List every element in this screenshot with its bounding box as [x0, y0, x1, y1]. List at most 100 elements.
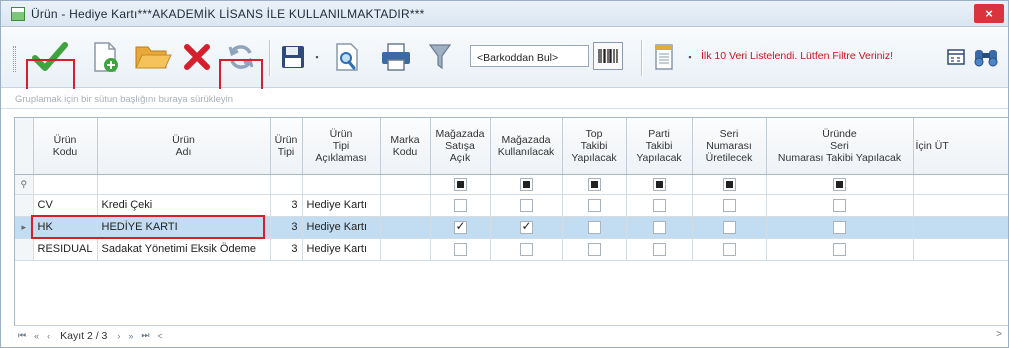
- row-checkbox[interactable]: [453, 198, 467, 212]
- filter-row[interactable]: ⚲: [15, 174, 1008, 195]
- close-button[interactable]: ×: [974, 4, 1004, 23]
- filter-cell[interactable]: [33, 174, 98, 195]
- row-checkbox[interactable]: [519, 219, 533, 234]
- filter-cell[interactable]: [97, 174, 271, 195]
- row-checkbox[interactable]: [519, 198, 533, 212]
- filter-checkbox-cell[interactable]: [562, 174, 627, 195]
- cell-brand-code[interactable]: [380, 194, 431, 217]
- cell-checkbox[interactable]: [430, 238, 491, 261]
- report-dropdown[interactable]: ▪: [685, 34, 695, 80]
- column-header-name[interactable]: Ürün Adı: [97, 118, 271, 175]
- row-checkbox[interactable]: [833, 198, 846, 212]
- next-record-button[interactable]: ›: [117, 331, 120, 341]
- table-row[interactable]: RESIDUAL Sadakat Yönetimi Eksik Ödeme 3 Hed…: [15, 238, 1008, 261]
- cell-checkbox[interactable]: [490, 216, 563, 239]
- calculator-button[interactable]: [945, 34, 967, 80]
- cell-brand-code[interactable]: [380, 216, 431, 239]
- delete-button[interactable]: [179, 34, 215, 80]
- search-button[interactable]: [971, 34, 1001, 80]
- column-header-store-use[interactable]: Mağazada Kullanılacak: [490, 118, 563, 175]
- column-header-for[interactable]: İçin ÜT: [913, 118, 1008, 175]
- filter-cell[interactable]: [913, 174, 1008, 195]
- filter-checkbox[interactable]: [833, 177, 846, 191]
- column-header-store-sale[interactable]: Mağazada Satışa Açık: [430, 118, 491, 175]
- cell-checkbox[interactable]: [490, 194, 563, 217]
- cell-checkbox[interactable]: [766, 216, 914, 239]
- cell-product-type[interactable]: 3: [270, 194, 303, 217]
- cell-checkbox[interactable]: [692, 194, 767, 217]
- cell-product-name[interactable]: Kredi Çeki: [97, 194, 271, 217]
- row-checkbox[interactable]: [722, 198, 736, 212]
- prev-record-button[interactable]: ‹: [47, 331, 50, 341]
- cell-type-description[interactable]: Hediye Kartı: [302, 194, 381, 217]
- scroll-right-button[interactable]: >: [996, 329, 1002, 340]
- row-checkbox[interactable]: [587, 198, 601, 212]
- cell-checkbox[interactable]: [626, 194, 693, 217]
- row-checkbox[interactable]: [652, 242, 666, 256]
- open-button[interactable]: [131, 34, 175, 80]
- row-checkbox[interactable]: [652, 220, 666, 234]
- print-button[interactable]: [377, 34, 415, 80]
- column-header-batch[interactable]: Parti Takibi Yapılacak: [626, 118, 693, 175]
- filter-button[interactable]: [425, 34, 455, 80]
- cell-brand-code[interactable]: [380, 238, 431, 261]
- cell-checkbox[interactable]: [490, 238, 563, 261]
- filter-checkbox[interactable]: [453, 177, 467, 191]
- row-checkbox[interactable]: [652, 198, 666, 212]
- cell-product-type[interactable]: 3: [270, 216, 303, 239]
- column-header-type-desc[interactable]: Ürün Tipi Açıklaması: [302, 118, 381, 175]
- first-record-button[interactable]: ⏮: [18, 330, 26, 341]
- next-page-button[interactable]: »: [128, 331, 133, 341]
- row-checkbox[interactable]: [722, 242, 736, 256]
- cell-checkbox[interactable]: [766, 194, 914, 217]
- row-checkbox[interactable]: [453, 242, 467, 256]
- cell-extra[interactable]: [913, 216, 1008, 239]
- toolbar-grip[interactable]: [13, 46, 16, 72]
- row-checkbox[interactable]: [453, 219, 467, 234]
- column-header-type[interactable]: Ürün Tipi: [270, 118, 303, 175]
- row-checkbox[interactable]: [519, 242, 533, 256]
- cell-checkbox[interactable]: [562, 238, 627, 261]
- cell-product-type[interactable]: 3: [270, 238, 303, 261]
- filter-checkbox[interactable]: [587, 177, 601, 191]
- column-header-lot[interactable]: Top Takibi Yapılacak: [562, 118, 627, 175]
- table-row[interactable]: CV Kredi Çeki 3 Hediye Kartı: [15, 194, 1008, 217]
- barcode-button[interactable]: [593, 42, 623, 70]
- column-header-serial[interactable]: Seri Numarası Üretilecek: [692, 118, 767, 175]
- cell-checkbox[interactable]: [430, 216, 491, 239]
- filter-checkbox[interactable]: [652, 177, 666, 191]
- filter-checkbox-cell[interactable]: [692, 174, 767, 195]
- cell-product-code[interactable]: CV: [33, 194, 98, 217]
- filter-checkbox-cell[interactable]: [490, 174, 563, 195]
- cell-checkbox[interactable]: [692, 238, 767, 261]
- scroll-left-button[interactable]: <: [158, 331, 163, 341]
- filter-checkbox[interactable]: [519, 177, 533, 191]
- filter-cell[interactable]: [270, 174, 303, 195]
- cell-checkbox[interactable]: [626, 238, 693, 261]
- cell-checkbox[interactable]: [766, 238, 914, 261]
- cell-product-name[interactable]: Sadakat Yönetimi Eksik Ödeme: [97, 238, 271, 261]
- filter-cell[interactable]: [302, 174, 381, 195]
- cell-checkbox[interactable]: [430, 194, 491, 217]
- filter-cell[interactable]: [380, 174, 431, 195]
- column-header-serial-track[interactable]: Üründe Seri Numarası Takibi Yapılacak: [766, 118, 914, 175]
- save-dropdown[interactable]: ▪: [311, 34, 323, 80]
- cell-checkbox[interactable]: [562, 194, 627, 217]
- column-header-code[interactable]: Ürün Kodu: [33, 118, 98, 175]
- cell-type-description[interactable]: Hediye Kartı: [302, 238, 381, 261]
- cell-extra[interactable]: [913, 238, 1008, 261]
- prev-page-button[interactable]: «: [34, 331, 39, 341]
- cell-type-description[interactable]: Hediye Kartı: [302, 216, 381, 239]
- filter-checkbox[interactable]: [722, 177, 736, 191]
- row-checkbox[interactable]: [833, 242, 846, 256]
- row-checkbox[interactable]: [587, 242, 601, 256]
- row-checkbox[interactable]: [722, 220, 736, 234]
- barcode-search-input[interactable]: [470, 45, 589, 67]
- preview-button[interactable]: [331, 34, 363, 80]
- cell-checkbox[interactable]: [692, 216, 767, 239]
- row-checkbox[interactable]: [833, 220, 846, 234]
- new-button[interactable]: [87, 34, 123, 80]
- row-checkbox[interactable]: [587, 220, 601, 234]
- cell-checkbox[interactable]: [626, 216, 693, 239]
- filter-checkbox-cell[interactable]: [430, 174, 491, 195]
